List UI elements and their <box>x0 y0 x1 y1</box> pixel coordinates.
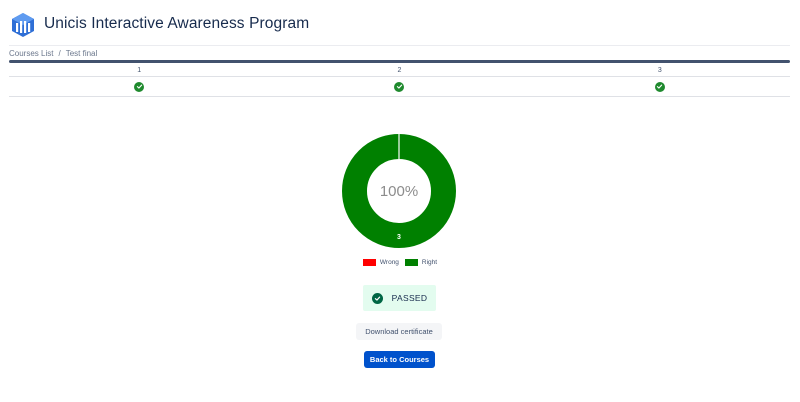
quiz-progress-bar <box>9 60 790 63</box>
legend-swatch-right <box>404 259 418 266</box>
step-status-1 <box>9 77 269 96</box>
step-number-2[interactable]: 2 <box>269 64 529 76</box>
result-donut-chart: 100% 3 <box>341 133 457 249</box>
check-circle-icon <box>654 81 665 92</box>
download-certificate-button[interactable]: Download certificate <box>356 323 442 340</box>
check-circle-icon <box>394 81 405 92</box>
legend-swatch-wrong <box>362 259 376 266</box>
step-number-1[interactable]: 1 <box>9 64 269 76</box>
header-divider <box>9 45 790 46</box>
step-number-3[interactable]: 3 <box>530 64 790 76</box>
breadcrumb-courses-list[interactable]: Courses List <box>9 49 53 58</box>
legend-label-right: Right <box>421 259 438 266</box>
right-count-label: 3 <box>397 234 401 241</box>
breadcrumb-separator: / <box>58 49 61 58</box>
legend-label-wrong: Wrong <box>379 259 399 266</box>
step-status-3 <box>530 77 790 96</box>
breadcrumb-current: Test final <box>65 49 98 58</box>
app-header: Unicis Interactive Awareness Program <box>10 10 309 38</box>
step-status-2 <box>269 77 529 96</box>
app-title: Unicis Interactive Awareness Program <box>44 15 310 32</box>
chart-legend: Wrong Right <box>0 259 800 266</box>
breadcrumb: Courses List / Test final <box>9 49 97 58</box>
result-status-text: PASSED <box>391 293 428 303</box>
legend-item-right[interactable]: Right <box>404 259 438 266</box>
check-circle-icon <box>134 81 145 92</box>
unicis-logo-icon[interactable] <box>10 11 36 37</box>
back-to-courses-button[interactable]: Back to Courses <box>364 351 435 368</box>
step-status-row <box>9 77 790 97</box>
step-numbers-row: 1 2 3 <box>9 64 790 77</box>
question-steps: 1 2 3 <box>9 64 790 98</box>
check-circle-icon <box>371 292 383 304</box>
score-percentage: 100% <box>379 182 419 200</box>
legend-item-wrong[interactable]: Wrong <box>362 259 399 266</box>
result-status-badge: PASSED <box>363 285 436 311</box>
